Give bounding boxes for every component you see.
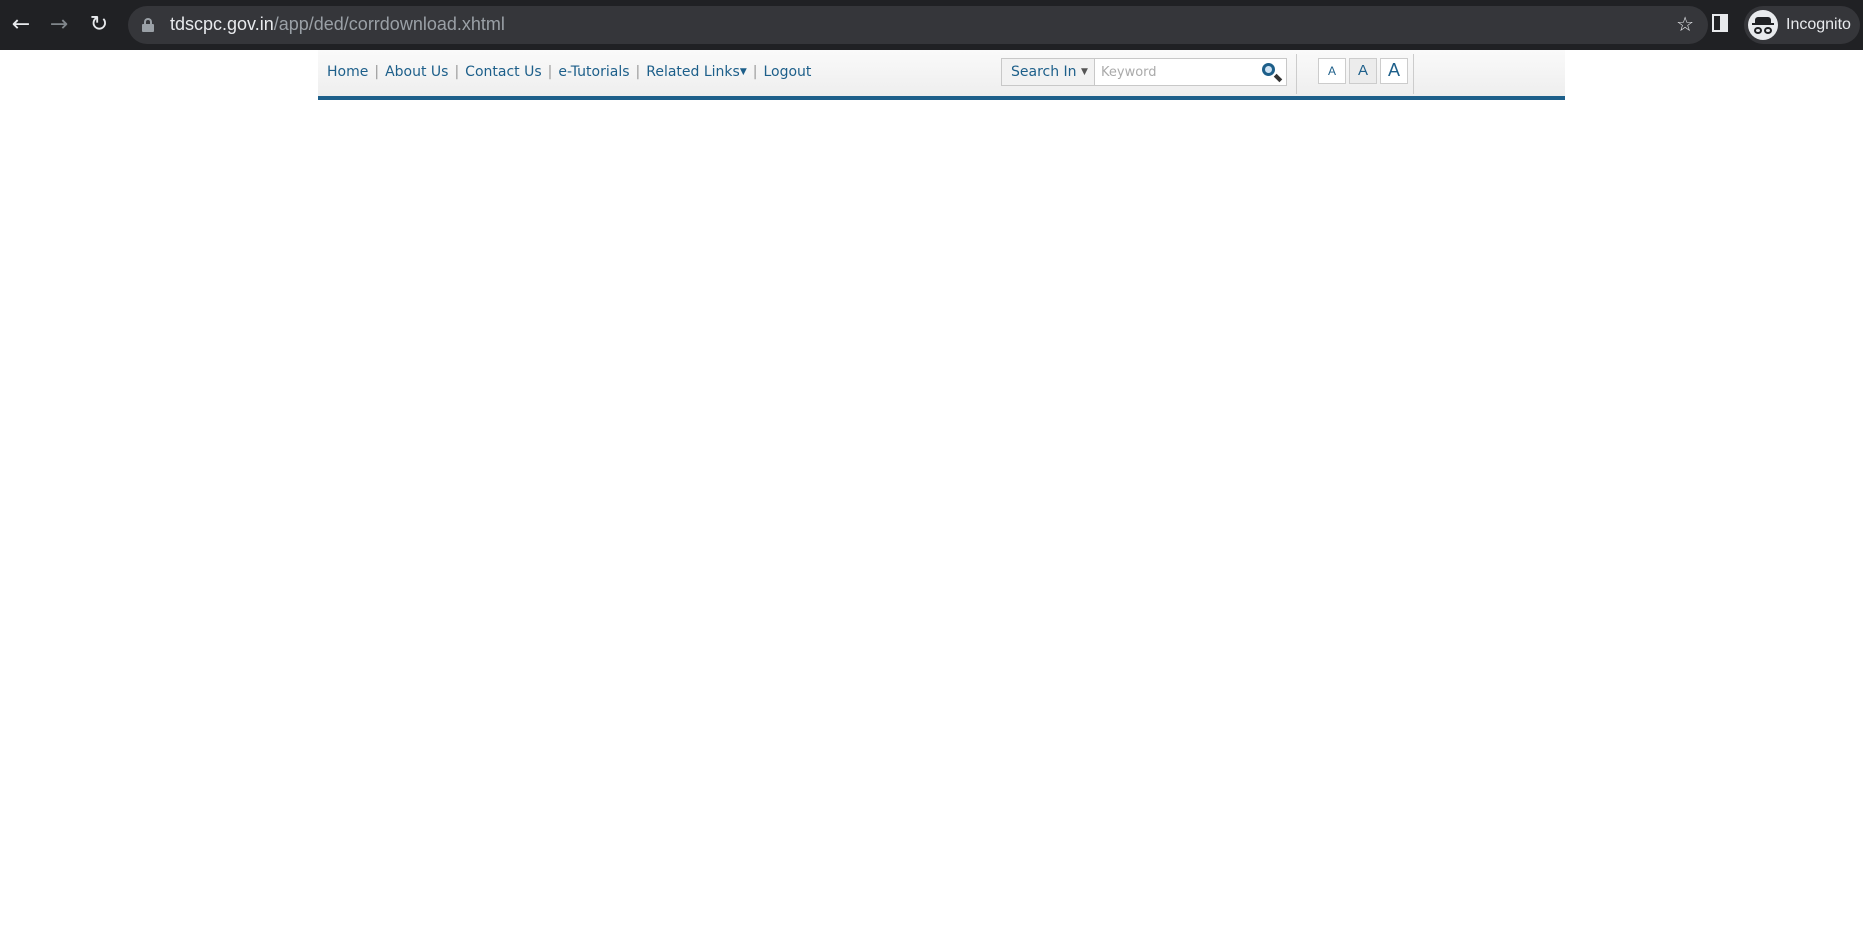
related-links-label: Related Links [646, 64, 740, 80]
search-button[interactable] [1254, 59, 1286, 85]
divider: | [547, 64, 553, 80]
divider [1413, 54, 1414, 94]
search-in-label: Search In [1011, 64, 1077, 80]
bookmark-star-icon[interactable]: ☆ [1676, 12, 1694, 36]
browser-toolbar: ← → ↻ tdscpc.gov.in/app/ded/corrdownload… [0, 0, 1863, 50]
divider: | [635, 64, 641, 80]
side-panel-icon[interactable] [1712, 14, 1728, 32]
top-links: Home | About Us | Contact Us | e-Tutorials | Rel… [327, 64, 811, 80]
reload-icon[interactable]: ↻ [84, 10, 114, 40]
incognito-icon [1748, 10, 1778, 40]
e-tutorials-link[interactable]: e-Tutorials [558, 64, 629, 80]
caret-down-icon: ▼ [739, 67, 747, 77]
related-links-dropdown[interactable]: Related Links▼ [646, 64, 747, 80]
contact-us-link[interactable]: Contact Us [465, 64, 541, 80]
divider: | [454, 64, 460, 80]
profile-label: Incognito [1786, 16, 1851, 33]
caret-down-icon: ▼ [1081, 67, 1088, 77]
address-bar[interactable]: tdscpc.gov.in/app/ded/corrdownload.xhtml… [128, 6, 1708, 44]
forward-icon[interactable]: → [44, 10, 74, 40]
keyword-search-input[interactable] [1094, 59, 1254, 85]
utility-bar: Home | About Us | Contact Us | e-Tutorials | Rel… [318, 50, 1565, 100]
lock-icon [142, 18, 154, 32]
font-size-small-button[interactable]: A [1318, 58, 1346, 84]
font-size-medium-button[interactable]: A [1349, 58, 1377, 84]
divider: | [752, 64, 758, 80]
divider [1296, 54, 1297, 94]
home-link[interactable]: Home [327, 64, 368, 80]
url-text[interactable]: tdscpc.gov.in/app/ded/corrdownload.xhtml [170, 14, 505, 35]
font-size-large-button[interactable]: A [1380, 58, 1408, 84]
search-icon [1262, 63, 1275, 76]
incognito-profile-button[interactable]: Incognito [1744, 6, 1860, 44]
logout-link[interactable]: Logout [763, 64, 811, 80]
about-us-link[interactable]: About Us [385, 64, 448, 80]
divider: | [374, 64, 380, 80]
back-icon[interactable]: ← [6, 10, 36, 40]
search-in-dropdown[interactable]: Search In ▼ [1011, 64, 1088, 80]
site-search: Search In ▼ [1001, 58, 1287, 86]
